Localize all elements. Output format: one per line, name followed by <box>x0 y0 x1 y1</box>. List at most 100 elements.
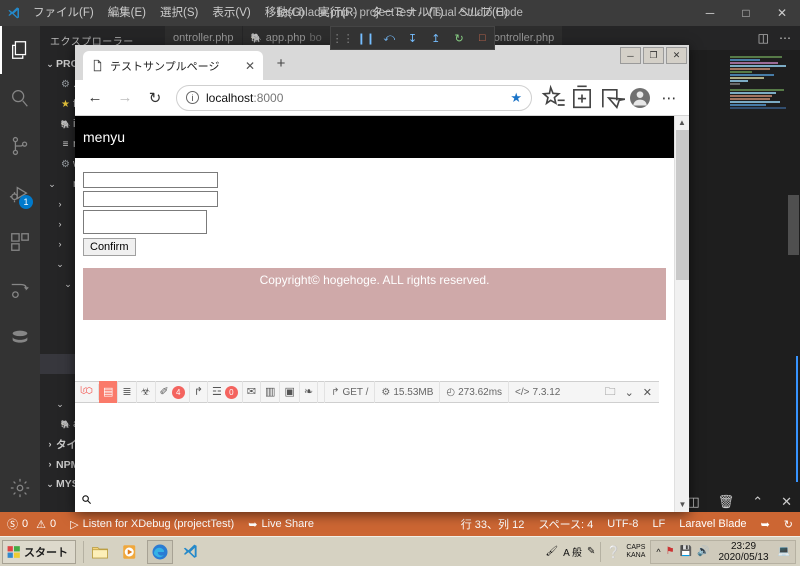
editor-minimap[interactable] <box>730 56 786 306</box>
ime-mode-label[interactable]: A 般 <box>563 544 582 559</box>
menu-file[interactable]: ファイル(F) <box>26 0 101 26</box>
editor-scrollbar[interactable] <box>787 50 800 350</box>
close-panel-icon[interactable]: ✕ <box>781 494 792 510</box>
activitybar-explorer-icon[interactable] <box>0 26 40 74</box>
form-textarea[interactable] <box>83 210 207 234</box>
debugbar-tab-timeline[interactable]: ≣ <box>118 381 137 403</box>
debugbar-stat-memory[interactable]: ⚙ 15.53MB <box>374 381 439 403</box>
browser-close-button[interactable]: ✕ <box>666 47 687 64</box>
site-info-icon[interactable]: i <box>186 91 199 104</box>
network-icon[interactable]: 💻 <box>778 546 790 557</box>
status-encoding[interactable]: UTF-8 <box>600 512 645 536</box>
debugbar-tab-exceptions[interactable]: ☣ <box>137 381 156 403</box>
ime-pen-icon[interactable]: 🖌 <box>545 546 558 557</box>
debug-stop-icon[interactable]: □ <box>473 32 491 44</box>
address-bar[interactable]: i localhost:8000 ★ <box>176 84 532 111</box>
form-text-input-1[interactable] <box>83 172 218 188</box>
debug-step-into-icon[interactable]: ↧ <box>403 32 421 45</box>
activitybar-database-icon[interactable] <box>0 314 40 362</box>
menu-terminal[interactable]: ターミナル(T) <box>364 0 450 26</box>
page-find-icon[interactable] <box>81 494 92 508</box>
debug-pause-icon[interactable]: ❙❙ <box>357 32 375 45</box>
disk-icon[interactable]: 💾 <box>680 546 692 557</box>
back-button[interactable]: ← <box>81 84 109 112</box>
start-button[interactable]: スタート <box>2 539 76 564</box>
menu-run[interactable]: 実行(R) <box>311 0 364 26</box>
settings-more-icon[interactable]: ⋯ <box>655 84 683 112</box>
laravel-icon[interactable] <box>75 384 99 400</box>
new-tab-button[interactable]: + <box>271 55 291 72</box>
status-problems[interactable]: Ⓢ 0 ⚠ 0 <box>0 512 63 536</box>
taskbar-edge-icon[interactable] <box>147 539 173 564</box>
debugbar-tab-views[interactable]: ✐ 4 <box>156 381 190 403</box>
open-folder-icon[interactable]: 🗀 <box>605 383 616 402</box>
kill-terminal-icon[interactable]: 🗑 <box>718 494 735 510</box>
drag-handle-icon[interactable]: ⋮⋮ <box>332 32 354 45</box>
activitybar-extensions-icon[interactable] <box>0 218 40 266</box>
more-actions-icon[interactable]: ⋯ <box>779 31 791 45</box>
menu-help[interactable]: ヘルプ(H) <box>450 0 514 26</box>
browser-tab[interactable]: テストサンプルページ ✕ <box>83 51 263 80</box>
volume-muted-icon[interactable]: 🔊 <box>697 546 709 557</box>
split-editor-icon[interactable]: ◫ <box>758 31 769 45</box>
status-live-share[interactable]: ➥ Live Share <box>241 512 321 536</box>
debugbar-tab-gate[interactable]: ❧ <box>300 381 319 403</box>
split-terminal-icon[interactable]: ◫ <box>687 494 699 510</box>
status-indentation[interactable]: スペース: 4 <box>531 512 600 536</box>
debug-step-out-icon[interactable]: ↥ <box>427 32 445 45</box>
clock[interactable]: 23:29 2020/05/13 <box>714 541 772 563</box>
ime-help-icon[interactable]: ❔ <box>606 545 621 559</box>
editor-scrollbar-thumb[interactable] <box>788 195 799 255</box>
debug-restart-icon[interactable]: ↻ <box>450 32 468 45</box>
activitybar-source-control-icon[interactable] <box>0 122 40 170</box>
status-feedback-icon[interactable]: ➥ <box>754 512 777 536</box>
debugbar-stat-route-method[interactable]: ↱ GET / <box>324 381 374 403</box>
status-cursor-position[interactable]: 行 33、列 12 <box>454 512 532 536</box>
collections-icon[interactable] <box>568 84 596 112</box>
menu-selection[interactable]: 選択(S) <box>153 0 205 26</box>
taskbar-media-player-icon[interactable] <box>117 540 143 564</box>
page-scrollbar-thumb[interactable] <box>676 130 689 280</box>
activitybar-remote-explorer-icon[interactable] <box>0 266 40 314</box>
status-eol[interactable]: LF <box>645 512 672 536</box>
menu-go[interactable]: 移動(G) <box>258 0 312 26</box>
forward-button[interactable]: → <box>111 84 139 112</box>
activitybar-search-icon[interactable] <box>0 74 40 122</box>
browser-minimize-button[interactable]: ─ <box>620 47 641 64</box>
scroll-down-arrow-icon[interactable]: ▼ <box>675 498 689 512</box>
favorite-star-icon[interactable]: ★ <box>510 90 522 106</box>
vscode-menubar[interactable]: ファイル(F) 編集(E) 選択(S) 表示(V) 移動(G) 実行(R) ター… <box>26 0 515 26</box>
status-sync-icon[interactable]: ↻ <box>777 512 800 536</box>
close-button[interactable]: ✕ <box>764 0 800 26</box>
debugbar-tab-messages[interactable]: ▤ <box>99 381 119 403</box>
debugbar-tab-mails[interactable]: ✉ <box>243 381 262 403</box>
page-scrollbar[interactable]: ▲ ▼ <box>674 116 689 512</box>
ime-tool-icon[interactable]: ✎ <box>587 546 595 557</box>
security-icon[interactable]: ⚑ <box>666 546 675 557</box>
profile-avatar[interactable] <box>630 87 650 108</box>
minimize-icon[interactable]: ⌄ <box>625 386 634 399</box>
refresh-button[interactable]: ↻ <box>141 84 169 112</box>
maximize-button[interactable]: □ <box>728 0 764 26</box>
tab-close-icon[interactable]: ✕ <box>245 59 255 73</box>
debugbar-stat-time[interactable]: ◴ 273.62ms <box>439 381 508 403</box>
activitybar-run-debug-icon[interactable]: 1 <box>0 170 40 218</box>
debugbar-tab-session[interactable]: ▣ <box>280 381 300 403</box>
debug-floating-toolbar[interactable]: ⋮⋮ ❙❙ ⤺ ↧ ↥ ↻ □ <box>330 26 495 50</box>
favorites-icon[interactable] <box>539 84 567 112</box>
collapse-panel-icon[interactable]: ⌃ <box>752 494 763 510</box>
debugbar-tab-queries[interactable]: ☲ 0 <box>208 381 243 403</box>
share-icon[interactable] <box>597 84 625 112</box>
taskbar-vscode-icon[interactable] <box>177 540 203 564</box>
chevron-up-icon[interactable]: ^ <box>656 547 660 557</box>
menu-edit[interactable]: 編集(E) <box>101 0 153 26</box>
form-text-input-2[interactable] <box>83 191 218 207</box>
activitybar-settings-gear-icon[interactable] <box>0 464 40 512</box>
scroll-up-arrow-icon[interactable]: ▲ <box>675 116 689 130</box>
debugbar-stat-php-version[interactable]: </> 7.3.12 <box>508 381 566 403</box>
taskbar-file-explorer-icon[interactable] <box>87 540 113 564</box>
close-icon[interactable]: ✕ <box>643 386 652 399</box>
status-language-mode[interactable]: Laravel Blade <box>672 512 753 536</box>
menu-view[interactable]: 表示(V) <box>205 0 257 26</box>
confirm-button[interactable]: Confirm <box>83 238 136 256</box>
